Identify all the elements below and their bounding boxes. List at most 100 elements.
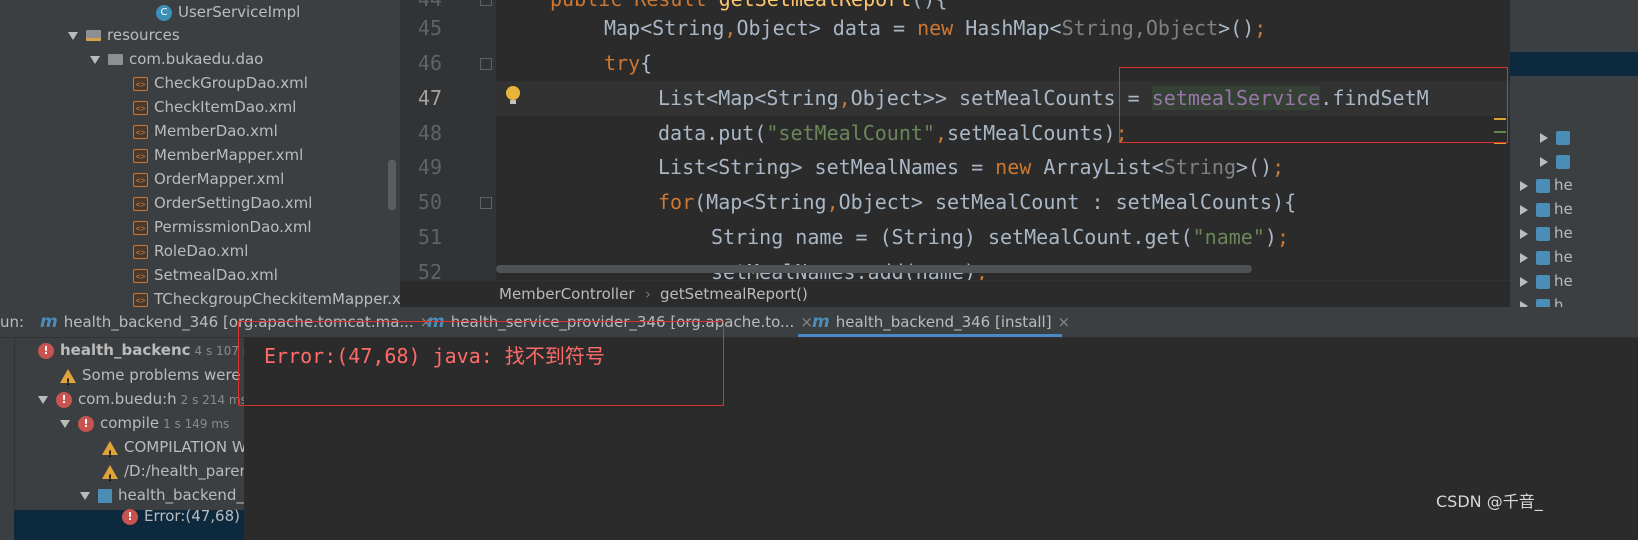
- line-number: 50: [417, 190, 442, 214]
- tree-item-xml[interactable]: <> RoleDao.xml: [133, 239, 248, 263]
- tree-item-label: OrderSettingDao.xml: [154, 194, 313, 212]
- chevron-right-icon[interactable]: [1540, 156, 1548, 167]
- chevron-right-icon[interactable]: [1520, 180, 1528, 191]
- tree-item-xml[interactable]: <> CheckGroupDao.xml: [133, 71, 308, 95]
- build-tree-selected-row[interactable]: ! Error:(47,68) j: [14, 507, 249, 540]
- chevron-right-icon[interactable]: [1520, 204, 1528, 215]
- line-number: 46: [417, 51, 442, 75]
- build-tree-item[interactable]: /D:/health_parent: [102, 459, 244, 491]
- tree-item-label: UserServiceImpl: [178, 3, 301, 21]
- build-tree-item[interactable]: ! com.buedu:h 2 s 214 ms: [38, 387, 244, 411]
- build-time: 4 s 107 ms: [194, 344, 244, 358]
- breadcrumb-class[interactable]: MemberController: [499, 281, 634, 307]
- breadcrumb-method[interactable]: getSetmealReport(): [660, 281, 808, 307]
- tree-item-xml[interactable]: <> CheckItemDao.xml: [133, 95, 296, 119]
- build-tree-label: com.buedu:h: [78, 390, 177, 408]
- tree-item-label: com.bukaedu.dao: [129, 50, 264, 68]
- maven-item[interactable]: he: [1520, 221, 1573, 245]
- tree-item-label: PermissmionDao.xml: [154, 218, 312, 236]
- maven-icon: [1536, 202, 1550, 217]
- maven-icon: [1536, 250, 1550, 265]
- warning-icon: [102, 464, 118, 491]
- lightbulb-icon[interactable]: [506, 86, 520, 104]
- code-token: ;: [1272, 155, 1285, 179]
- xml-file-icon: <>: [133, 244, 148, 259]
- tree-scrollbar[interactable]: [388, 160, 396, 210]
- xml-file-icon: <>: [133, 268, 148, 283]
- folder-icon: [108, 54, 123, 65]
- chevron-down-icon[interactable]: [68, 31, 78, 40]
- chevron-down-icon[interactable]: [38, 395, 48, 404]
- chevron-down-icon[interactable]: [80, 491, 90, 500]
- maven-item[interactable]: h: [1520, 293, 1564, 307]
- build-tree-label: compile: [100, 414, 160, 432]
- tree-item-xml[interactable]: <> MemberMapper.xml: [133, 143, 303, 167]
- tree-item-xml[interactable]: <> OrderMapper.xml: [133, 167, 284, 191]
- code-token: ,: [1133, 16, 1146, 40]
- warning-icon: [60, 368, 76, 395]
- code-token: ,: [724, 16, 737, 40]
- chevron-right-icon[interactable]: [1520, 252, 1528, 263]
- code-token: ): [1264, 225, 1277, 249]
- xml-file-icon: <>: [133, 100, 148, 115]
- run-tab-backend-install[interactable]: m health_backend_346 [install] ×: [798, 307, 1070, 337]
- build-tree-item[interactable]: Some problems were e: [60, 363, 244, 395]
- build-tree-item[interactable]: ! compile 1 s 149 ms: [60, 411, 229, 435]
- code-token: setMealCounts): [947, 121, 1116, 145]
- tree-item-xml[interactable]: <> SetmealDao.xml: [133, 263, 278, 287]
- maven-icon: m: [812, 312, 830, 332]
- maven-item[interactable]: [1540, 125, 1574, 149]
- maven-item[interactable]: he: [1520, 245, 1573, 269]
- class-icon: C: [156, 4, 172, 21]
- line-number: 45: [417, 16, 442, 40]
- fold-marker-icon[interactable]: [480, 0, 492, 6]
- maven-item[interactable]: he: [1520, 197, 1573, 221]
- fold-marker-icon[interactable]: [480, 58, 492, 70]
- maven-item-label: he: [1554, 200, 1573, 218]
- build-tree-item[interactable]: COMPILATION W: [102, 435, 244, 467]
- tree-item-xml[interactable]: <> MemberDao.xml: [133, 119, 278, 143]
- tree-item-xml[interactable]: <> TCheckgroupCheckitemMapper.xml: [133, 287, 416, 307]
- chevron-right-icon[interactable]: [1520, 276, 1528, 287]
- code-token: ,: [838, 86, 851, 110]
- line-number: 48: [417, 121, 442, 145]
- build-tree-item[interactable]: ! Error:(47,68) j: [122, 504, 249, 528]
- selected-row-highlight: [1510, 52, 1638, 76]
- maven-item[interactable]: he: [1520, 173, 1573, 197]
- annotation-box-error: [238, 321, 724, 406]
- java-file-icon: [98, 488, 112, 503]
- error-icon: !: [122, 508, 138, 525]
- tree-item-xml[interactable]: <> OrderSettingDao.xml: [133, 191, 312, 215]
- code-token: new: [917, 16, 966, 40]
- code-token: Object> data =: [736, 16, 918, 40]
- code-line-49: List<String> setMealNames = new ArrayLis…: [658, 150, 1284, 185]
- tree-item-xml[interactable]: <> PermissmionDao.xml: [133, 215, 312, 239]
- chevron-down-icon[interactable]: [60, 419, 70, 428]
- build-time: 1 s 149 ms: [163, 417, 230, 431]
- tree-item-userserviceimpl[interactable]: C UserServiceImpl: [156, 0, 300, 24]
- close-icon[interactable]: ×: [1058, 313, 1071, 331]
- run-label: un:: [0, 313, 25, 331]
- code-token-string: "setMealCount": [766, 121, 935, 145]
- run-toolbar: [0, 338, 15, 540]
- code-token: ;: [1276, 225, 1289, 249]
- code-line-45: Map<String,Object> data = new HashMap<St…: [604, 11, 1266, 46]
- maven-icon: [1536, 178, 1550, 193]
- tree-item-label: CheckItemDao.xml: [154, 98, 297, 116]
- code-token: Object: [1145, 16, 1219, 40]
- code-token: try: [604, 51, 641, 75]
- maven-item[interactable]: he: [1520, 269, 1573, 293]
- fold-marker-icon[interactable]: [480, 197, 492, 209]
- chevron-right-icon[interactable]: [1520, 228, 1528, 239]
- code-token: ;: [1254, 16, 1267, 40]
- tree-item-resources[interactable]: resources: [68, 23, 180, 47]
- tree-item-dao-package[interactable]: com.bukaedu.dao: [90, 47, 263, 71]
- chevron-right-icon[interactable]: [1540, 132, 1548, 143]
- chevron-down-icon[interactable]: [90, 55, 100, 64]
- error-icon: !: [38, 342, 54, 359]
- editor-horizontal-scrollbar[interactable]: [496, 265, 1252, 273]
- build-tree-item[interactable]: ! health_backenc4 s 107 ms: [38, 338, 244, 362]
- code-token: String: [1163, 155, 1236, 179]
- warning-icon: [102, 440, 118, 467]
- maven-item[interactable]: [1540, 149, 1574, 173]
